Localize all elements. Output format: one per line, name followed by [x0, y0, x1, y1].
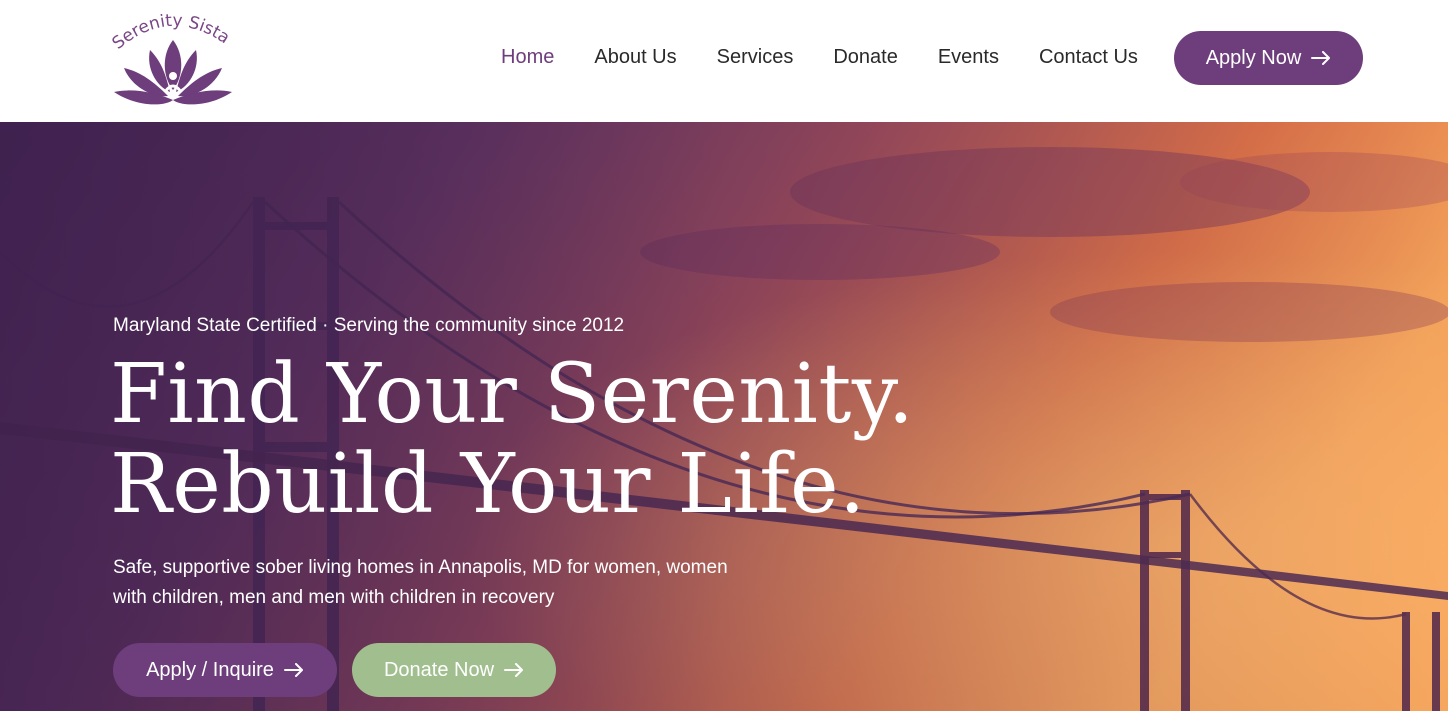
hero-eyebrow: Maryland State Certified · Serving the c…: [113, 315, 625, 336]
apply-now-label: Apply Now: [1205, 46, 1302, 69]
donate-now-button[interactable]: Donate Now: [352, 643, 556, 697]
nav-donate[interactable]: Donate: [833, 44, 898, 70]
nav-events[interactable]: Events: [938, 44, 999, 70]
donate-now-label: Donate Now: [383, 658, 495, 681]
hero-headline: Find Your Serenity. Rebuild Your Life.: [110, 350, 914, 530]
nav-home[interactable]: Home: [501, 44, 554, 70]
apply-now-button[interactable]: Apply Now: [1174, 31, 1363, 85]
arrow-right-icon: [1311, 51, 1331, 65]
headline-line-2: Rebuild Your Life.: [110, 437, 866, 532]
apply-inquire-label: Apply / Inquire: [146, 658, 274, 681]
site-header: Serenity Sistas Home About Us Services D…: [0, 0, 1448, 122]
nav-services[interactable]: Services: [717, 44, 794, 70]
lotus-logo-icon: Serenity Sistas: [110, 10, 233, 105]
arrow-right-icon: [283, 663, 304, 677]
arrow-right-icon: [504, 663, 524, 677]
headline-line-1: Find Your Serenity.: [110, 347, 915, 442]
apply-inquire-button[interactable]: Apply / Inquire: [113, 643, 337, 697]
nav-contact-us[interactable]: Contact Us: [1039, 44, 1138, 70]
main-navigation: Home About Us Services Donate Events Con…: [501, 44, 1138, 70]
hero-section: Maryland State Certified · Serving the c…: [0, 122, 1448, 711]
nav-about-us[interactable]: About Us: [594, 44, 676, 70]
serenity-sistas-logo[interactable]: Serenity Sistas: [110, 10, 236, 106]
hero-subtext: Safe, supportive sober living homes in A…: [113, 557, 728, 608]
